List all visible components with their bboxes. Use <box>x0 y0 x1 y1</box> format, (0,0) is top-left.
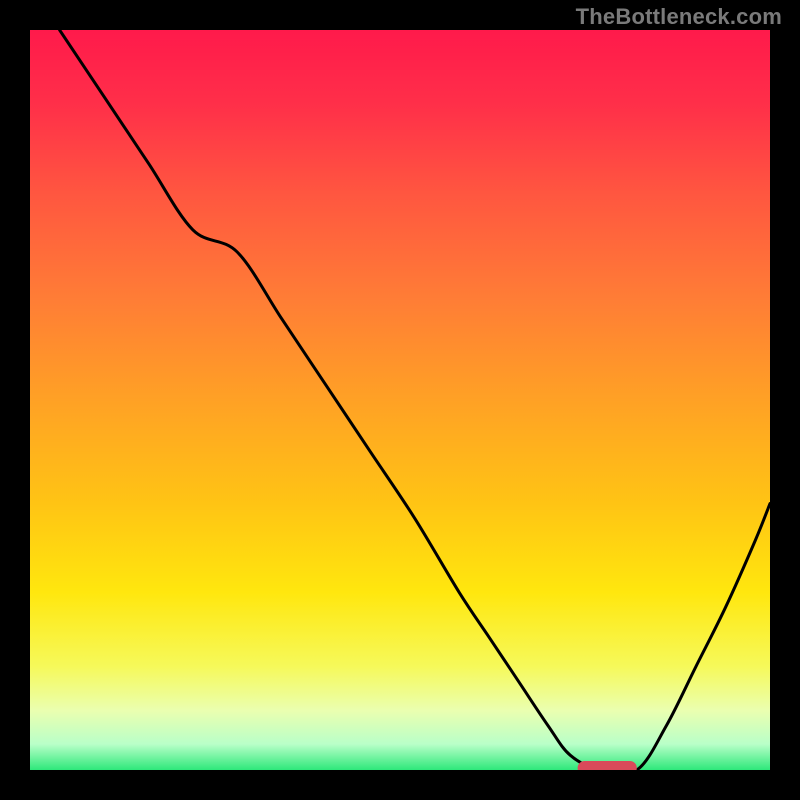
chart-frame: TheBottleneck.com <box>0 0 800 800</box>
chart-svg <box>30 30 770 770</box>
chart-minimum-marker <box>578 761 637 770</box>
watermark-text: TheBottleneck.com <box>576 4 782 30</box>
chart-background <box>30 30 770 770</box>
chart-plot-area <box>30 30 770 770</box>
